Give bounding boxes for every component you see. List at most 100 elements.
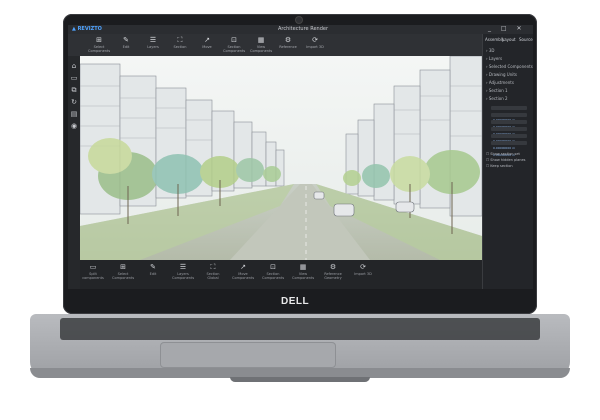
ribbon-button-0[interactable]: ⊞ Select Components <box>88 36 110 53</box>
panel-value-field-2[interactable]: 0.00000000 m <box>491 120 527 136</box>
bottom-button-3[interactable]: ☰ Layers Components <box>172 263 194 280</box>
laptop-screen: ▲ REVIZTO Architecture Render _ □ ✕ ⊞ Sel… <box>68 25 533 289</box>
ribbon-icon: ⚙ <box>284 36 292 44</box>
panel-row-3[interactable]: › Drawing Units <box>486 72 517 77</box>
panel-value-field-0[interactable]: 0.00000000 m <box>491 106 527 122</box>
bottom-button-9[interactable]: ⟳ Import 3D <box>352 263 374 276</box>
panel-row-1[interactable]: › Layers <box>486 56 502 61</box>
brand-logo: DELL <box>281 296 310 307</box>
app-brand-logo: ▲ REVIZTO <box>72 26 102 32</box>
ribbon-button-2[interactable]: ☰ Layers <box>142 36 164 49</box>
window-controls[interactable]: _ □ ✕ <box>488 25 526 32</box>
bottom-button-7[interactable]: ▦ View Components <box>292 263 314 280</box>
bottom-icon: ⊡ <box>270 263 276 271</box>
ribbon-label: Section Components <box>223 45 246 53</box>
ribbon-label: Import 3D <box>306 45 324 49</box>
left-tool-icon-2[interactable]: ⧉ <box>70 86 78 94</box>
panel-option-label: Show section set <box>490 152 520 156</box>
bottom-button-8[interactable]: ⚙ Reference Geometry <box>322 263 344 280</box>
panel-row-2[interactable]: › Selected Components <box>486 64 533 69</box>
bottom-icon: ⛶ <box>210 263 216 271</box>
panel-option-0[interactable]: ☐ Show section set <box>486 152 520 156</box>
ribbon-label: Layers <box>147 45 159 49</box>
ribbon-button-7[interactable]: ⚙ Reference <box>277 36 299 49</box>
panel-tab-1[interactable]: Layout <box>502 37 516 42</box>
panel-row-4[interactable]: › Adjustments <box>486 80 514 85</box>
left-tool-icon-0[interactable]: ⌂ <box>70 62 78 70</box>
ribbon-label: Edit <box>122 45 130 49</box>
bottom-icon: ✎ <box>150 263 156 271</box>
bottom-label: Section Components <box>262 272 285 280</box>
panel-value-field-4[interactable]: 0.00000000 m <box>491 134 527 150</box>
bottom-button-4[interactable]: ⛶ Section Global <box>202 263 224 280</box>
bottom-icon: ▦ <box>299 263 307 271</box>
bottom-icon: ☰ <box>179 263 187 271</box>
panel-value-field-5[interactable]: 0.00000000 m <box>491 141 527 157</box>
left-tool-icon-4[interactable]: ▤ <box>70 110 78 118</box>
ribbon-button-6[interactable]: ▦ View Components <box>250 36 272 53</box>
laptop-foot <box>230 377 370 382</box>
bottom-icon: ⊞ <box>120 263 126 271</box>
ribbon-icon: ⊞ <box>96 36 102 44</box>
ribbon-label: Select Components <box>88 45 111 53</box>
left-tool-icon-3[interactable]: ↻ <box>70 98 78 106</box>
ribbon-toolbar: ⊞ Select Components ✎ Edit ☰ Layers ⛶ Section ↗ M… <box>68 34 533 57</box>
ribbon-button-5[interactable]: ⊡ Section Components <box>223 36 245 53</box>
ribbon-icon: ☰ <box>149 36 157 44</box>
bottom-label: Section Global <box>206 272 220 280</box>
ribbon-label: Move <box>202 45 212 49</box>
panel-value-field-3[interactable]: 0.00000000 m <box>491 127 527 143</box>
bottom-label: Move Components <box>232 272 255 280</box>
panel-row-label: Section 2 <box>488 96 508 101</box>
bottom-label: Import 3D <box>354 272 372 276</box>
touchpad <box>160 342 336 368</box>
ribbon-button-8[interactable]: ⟳ Import 3D <box>304 36 326 49</box>
bottom-label: Select Components <box>112 272 135 280</box>
panel-option-2[interactable]: ☐ Keep section <box>486 164 513 168</box>
properties-panel: AssemblyLayoutSources› 3D› Layers› Selec… <box>482 34 533 289</box>
panel-option-label: Show hidden planes <box>490 158 526 162</box>
panel-row-0[interactable]: › 3D <box>486 48 495 53</box>
panel-row-label: Layers <box>488 56 503 61</box>
panel-row-label: Adjustments <box>488 80 514 85</box>
panel-row-label: Drawing Units <box>488 72 518 77</box>
ribbon-button-4[interactable]: ↗ Move <box>196 36 218 49</box>
bottom-toolbar: ▭ Split components ⊞ Select Components ✎ Edit… <box>80 260 482 289</box>
ribbon-icon: ▦ <box>257 36 265 44</box>
panel-tab-2[interactable]: Sources <box>519 37 533 42</box>
bottom-button-5[interactable]: ↗ Move Components <box>232 263 254 280</box>
ribbon-icon: ✎ <box>123 36 129 44</box>
panel-row-label: Section 1 <box>488 88 508 93</box>
bottom-button-0[interactable]: ▭ Split components <box>82 263 104 280</box>
ribbon-button-3[interactable]: ⛶ Section <box>169 36 191 49</box>
bottom-icon: ▭ <box>89 263 97 271</box>
bottom-icon: ⟳ <box>360 263 366 271</box>
bottom-label: Layers Components <box>172 272 195 280</box>
ribbon-label: Reference <box>279 45 297 49</box>
panel-row-6[interactable]: › Section 2 <box>486 96 508 101</box>
panel-value-text: 0.00000000 m <box>493 146 516 150</box>
ribbon-icon: ↗ <box>204 36 210 44</box>
render-viewport[interactable] <box>80 56 482 260</box>
bottom-button-2[interactable]: ✎ Edit <box>142 263 164 276</box>
bottom-button-6[interactable]: ⊡ Section Components <box>262 263 284 280</box>
ribbon-label: View Components <box>250 45 273 53</box>
panel-value-field-1[interactable]: 0.00000000 m <box>491 113 527 129</box>
keyboard <box>60 318 540 340</box>
bottom-icon: ⚙ <box>329 263 337 271</box>
app-title-bar: ▲ REVIZTO Architecture Render _ □ ✕ <box>68 25 533 34</box>
bottom-icon: ↗ <box>240 263 246 271</box>
left-tool-icon-5[interactable]: ◉ <box>70 122 78 130</box>
app-window-title: Architecture Render <box>278 26 328 32</box>
bottom-label: Reference Geometry <box>324 272 342 280</box>
bottom-label: Split components <box>82 272 104 280</box>
bottom-button-1[interactable]: ⊞ Select Components <box>112 263 134 280</box>
architecture-sketch-image <box>80 56 482 260</box>
ribbon-icon: ⛶ <box>177 36 183 44</box>
ribbon-button-1[interactable]: ✎ Edit <box>115 36 137 49</box>
panel-row-5[interactable]: › Section 1 <box>486 88 508 93</box>
panel-row-label: Selected Components <box>488 64 533 69</box>
panel-option-1[interactable]: ☐ Show hidden planes <box>486 158 525 162</box>
left-tool-icon-1[interactable]: ▭ <box>70 74 78 82</box>
panel-option-label: Keep section <box>490 164 513 168</box>
